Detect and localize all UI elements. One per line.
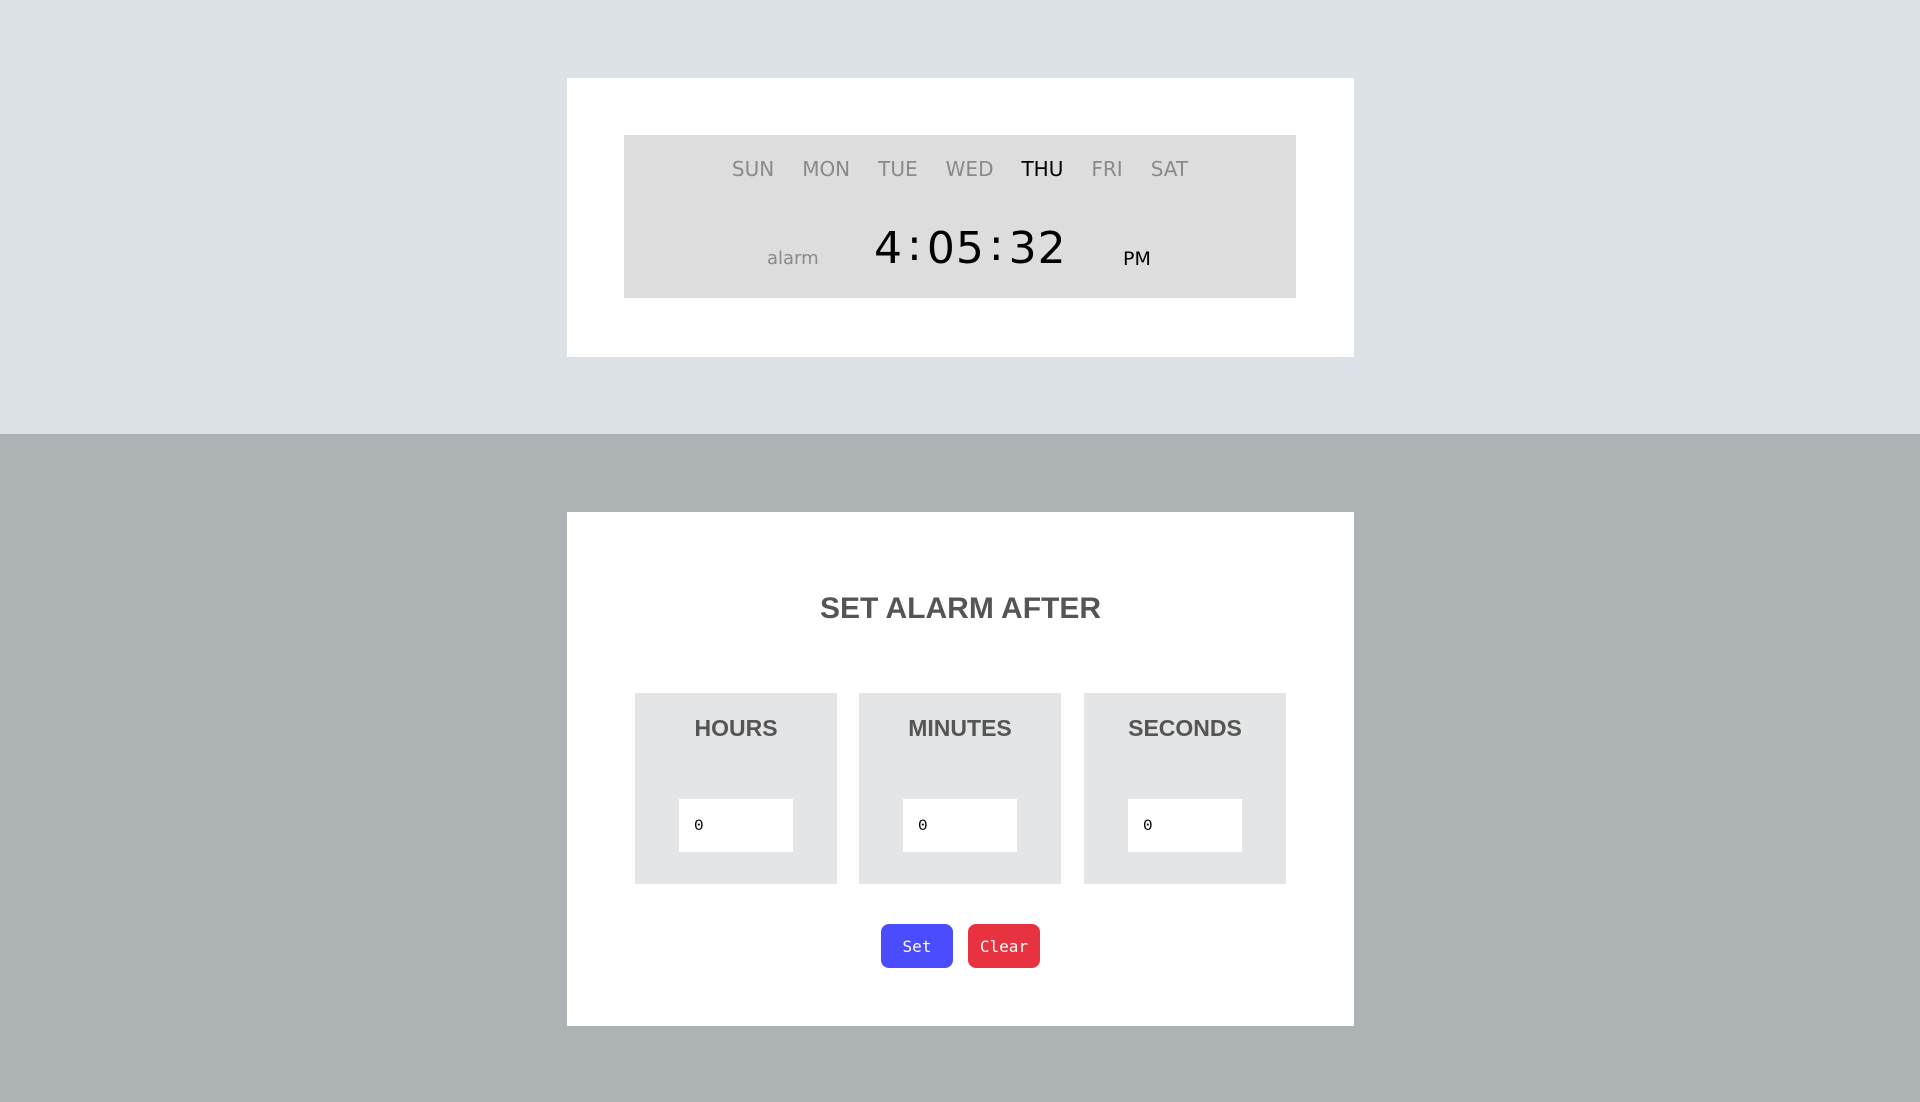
clear-button[interactable]: Clear xyxy=(968,924,1040,968)
day-wed: WED xyxy=(945,157,994,181)
alarm-card: SET ALARM AFTER HOURS MINUTES SECONDS Se… xyxy=(567,512,1354,1026)
minutes-label: MINUTES xyxy=(908,715,1012,741)
seconds-input[interactable] xyxy=(1128,799,1242,852)
day-thu: THU xyxy=(1021,157,1064,181)
clock-card: SUN MON TUE WED THU FRI SAT alarm 4:05:3… xyxy=(567,78,1354,357)
day-sun: SUN xyxy=(731,157,775,181)
time-minutes: 05 xyxy=(926,223,985,274)
set-button[interactable]: Set xyxy=(881,924,953,968)
time-separator: : xyxy=(907,220,923,271)
day-tue: TUE xyxy=(878,157,918,181)
alarm-indicator: alarm xyxy=(767,248,819,269)
weekday-row: SUN MON TUE WED THU FRI SAT xyxy=(624,157,1296,181)
time-hours: 4 xyxy=(874,223,903,274)
clock-section: SUN MON TUE WED THU FRI SAT alarm 4:05:3… xyxy=(0,0,1920,434)
hours-box: HOURS xyxy=(635,693,837,884)
seconds-label: SECONDS xyxy=(1128,715,1242,741)
time-readout: 4:05:32 xyxy=(874,220,1067,274)
clock-display: SUN MON TUE WED THU FRI SAT alarm 4:05:3… xyxy=(624,135,1296,298)
day-sat: SAT xyxy=(1150,157,1189,181)
seconds-box: SECONDS xyxy=(1084,693,1286,884)
minutes-input[interactable] xyxy=(903,799,1017,852)
alarm-title: SET ALARM AFTER xyxy=(819,592,1102,625)
day-fri: FRI xyxy=(1091,157,1123,181)
minutes-box: MINUTES xyxy=(859,693,1061,884)
time-separator: : xyxy=(988,220,1005,271)
hours-input[interactable] xyxy=(679,799,793,852)
day-mon: MON xyxy=(802,157,851,181)
hours-label: HOURS xyxy=(694,715,778,741)
time-seconds: 32 xyxy=(1008,223,1067,274)
ampm-indicator: PM xyxy=(1123,248,1151,270)
